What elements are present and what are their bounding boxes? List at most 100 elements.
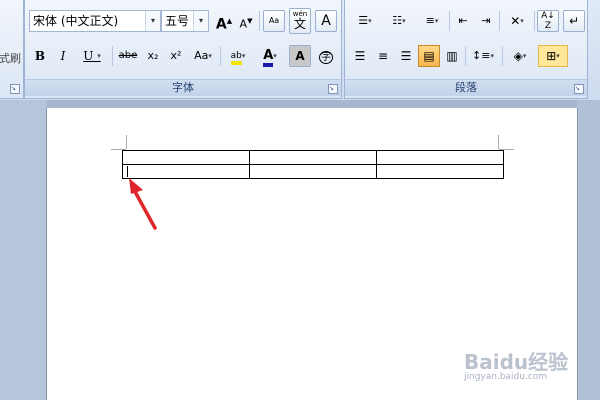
paragraph-mark-icon: ↵ xyxy=(568,14,580,28)
phonetic-guide-icon: 文 xyxy=(293,17,306,31)
underline-button[interactable]: U ▾ xyxy=(75,45,109,67)
char-shading-icon: A xyxy=(295,49,305,63)
decrease-indent-icon: ⇤ xyxy=(458,14,468,27)
table-cell[interactable] xyxy=(376,150,504,165)
underline-icon: U xyxy=(83,49,94,63)
justify-icon: ▤ xyxy=(423,49,435,63)
char-border-icon: A xyxy=(321,13,331,29)
decrease-indent-button[interactable]: ⇤ xyxy=(452,10,474,32)
font-group-label: 字体 xyxy=(25,79,341,96)
show-marks-button[interactable]: ↵ xyxy=(563,10,585,32)
borders-button[interactable]: ⊞▾ xyxy=(538,45,568,67)
paint-bucket-icon: ◈ xyxy=(513,49,523,63)
separator xyxy=(449,11,450,31)
clipboard-group-partial: 式刷 ↘ xyxy=(0,0,24,99)
highlight-button[interactable]: ab▾ xyxy=(223,45,253,67)
line-spacing-button[interactable]: ↕≡▾ xyxy=(468,45,498,67)
enclose-char-icon: 字 xyxy=(319,51,333,64)
bold-icon: B xyxy=(34,49,46,63)
chinese-layout-icon: ✕ xyxy=(510,14,521,28)
right-scroll-area[interactable] xyxy=(577,100,600,400)
change-case-icon: Aa xyxy=(194,49,209,62)
numbering-button[interactable]: ☷▾ xyxy=(383,10,415,32)
separator xyxy=(502,46,503,66)
ribbon: 式刷 ↘ 宋体 (中文正文) ▾ 五号 ▾ A▲ A▼ Aa wén 文 A B… xyxy=(0,0,600,101)
font-size-value: 五号 xyxy=(165,14,190,28)
distributed-icon: ▥ xyxy=(446,49,458,63)
change-case-button[interactable]: Aa▾ xyxy=(188,45,218,67)
clipboard-launcher-icon[interactable]: ↘ xyxy=(10,84,20,94)
shading-button[interactable]: ◈▾ xyxy=(505,45,535,67)
table-cell[interactable] xyxy=(376,164,504,179)
align-center-icon: ≡ xyxy=(377,49,389,63)
line-spacing-icon: ↕≡ xyxy=(472,49,491,62)
table-cell[interactable] xyxy=(122,150,250,165)
sort-icon: A↓ Z xyxy=(541,11,555,31)
paragraph-group: ☰▾ ☷▾ ≡▾ ⇤ ⇥ ✕▾ A↓ Z ↵ ☰ ≡ ☰ ▤ ▥ ↕≡▾ ◈▾ ⊞… xyxy=(344,0,588,99)
char-shading-button[interactable]: A xyxy=(289,45,311,67)
clear-format-button[interactable]: Aa xyxy=(263,10,285,32)
char-border-button[interactable]: A xyxy=(315,10,337,32)
increase-indent-button[interactable]: ⇥ xyxy=(475,10,497,32)
align-right-button[interactable]: ☰ xyxy=(395,45,417,67)
grow-font-button[interactable]: A▲ xyxy=(213,10,235,33)
phonetic-guide-button[interactable]: wén 文 xyxy=(289,8,311,34)
highlight-icon: ab xyxy=(230,51,242,65)
multilevel-list-icon: ≡ xyxy=(425,14,435,27)
format-painter-label[interactable]: 式刷 xyxy=(0,50,21,66)
increase-indent-icon: ⇥ xyxy=(481,14,491,27)
distributed-button[interactable]: ▥ xyxy=(441,45,463,67)
font-launcher-icon[interactable]: ↘ xyxy=(328,84,338,94)
bold-button[interactable]: B xyxy=(29,45,51,67)
paragraph-group-label: 段落 xyxy=(345,79,587,96)
bullets-icon: ☰ xyxy=(358,14,369,27)
crop-mark xyxy=(126,135,127,149)
crop-mark xyxy=(498,135,499,149)
multilevel-list-button[interactable]: ≡▾ xyxy=(417,10,447,32)
grow-font-icon: A xyxy=(215,16,227,33)
align-left-button[interactable]: ☰ xyxy=(349,45,371,67)
italic-icon: I xyxy=(60,49,66,63)
font-size-combo[interactable]: 五号 ▾ xyxy=(161,10,209,32)
numbering-icon: ☷ xyxy=(392,14,403,27)
chevron-down-icon[interactable]: ▾ xyxy=(145,11,160,31)
font-name-combo[interactable]: 宋体 (中文正文) ▾ xyxy=(29,10,161,32)
font-color-button[interactable]: A▾ xyxy=(255,45,285,67)
strikethrough-button[interactable]: abe xyxy=(115,45,141,67)
font-group: 宋体 (中文正文) ▾ 五号 ▾ A▲ A▼ Aa wén 文 A B I U … xyxy=(24,0,342,99)
subscript-icon: x₂ xyxy=(147,49,159,62)
bullets-button[interactable]: ☰▾ xyxy=(349,10,381,32)
font-color-icon: A xyxy=(263,48,274,67)
strikethrough-icon: abe xyxy=(118,50,138,61)
font-name-value: 宋体 (中文正文) xyxy=(33,14,119,28)
superscript-icon: x² xyxy=(170,49,182,62)
left-gutter xyxy=(0,100,46,400)
watermark-brand: Baidu经验 xyxy=(464,350,569,374)
align-left-icon: ☰ xyxy=(354,49,366,63)
shrink-font-button[interactable]: A▼ xyxy=(235,10,257,32)
chevron-down-icon[interactable]: ▾ xyxy=(193,11,208,31)
separator xyxy=(499,11,500,31)
justify-button[interactable]: ▤ xyxy=(418,45,440,67)
shrink-font-icon: A xyxy=(239,17,248,31)
separator xyxy=(534,11,535,31)
table-row xyxy=(122,150,504,165)
italic-button[interactable]: I xyxy=(52,45,74,67)
borders-icon: ⊞ xyxy=(546,49,557,63)
enclose-char-button[interactable]: 字 xyxy=(315,45,337,67)
table-cell[interactable] xyxy=(249,150,377,165)
clear-format-icon: Aa xyxy=(268,16,280,25)
separator xyxy=(220,46,221,66)
paragraph-launcher-icon[interactable]: ↘ xyxy=(574,84,584,94)
separator xyxy=(112,46,113,66)
superscript-button[interactable]: x² xyxy=(165,45,187,67)
red-arrow-annotation xyxy=(129,178,157,230)
sort-button[interactable]: A↓ Z xyxy=(537,10,559,32)
watermark-url: jingyan.baidu.com xyxy=(464,372,548,382)
table-cell[interactable] xyxy=(249,164,377,179)
separator xyxy=(259,11,260,31)
align-center-button[interactable]: ≡ xyxy=(372,45,394,67)
align-right-icon: ☰ xyxy=(400,49,412,63)
subscript-button[interactable]: x₂ xyxy=(142,45,164,67)
chinese-layout-button[interactable]: ✕▾ xyxy=(502,10,532,32)
